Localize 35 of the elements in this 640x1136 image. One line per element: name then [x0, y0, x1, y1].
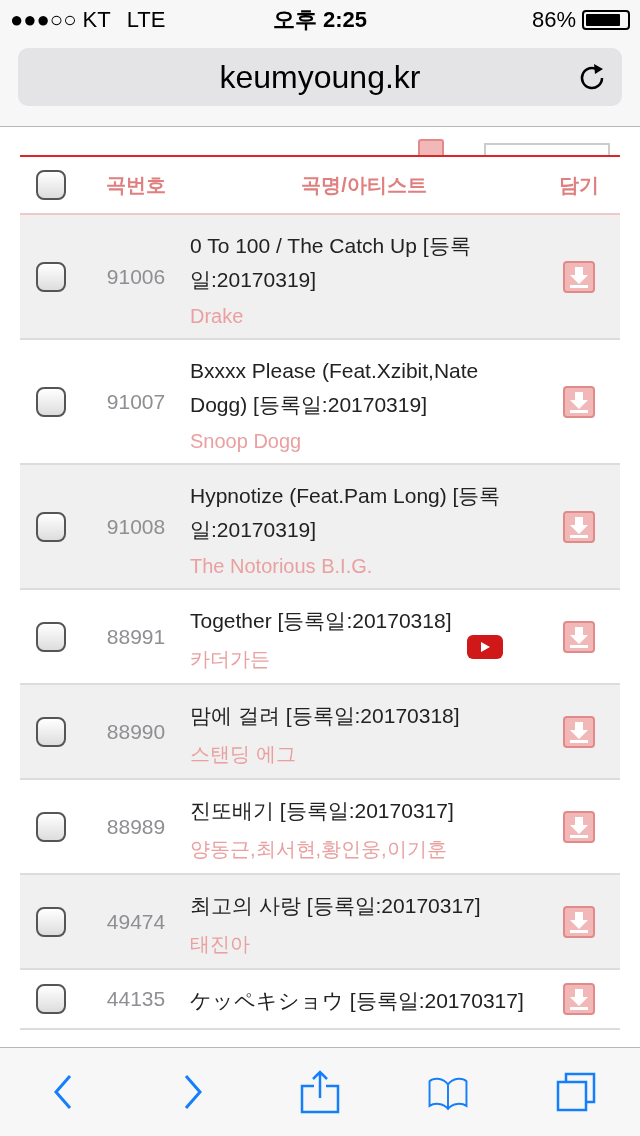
row-checkbox[interactable]	[36, 906, 66, 937]
row-checkbox[interactable]	[36, 716, 66, 747]
address-bar[interactable]: keumyoung.kr	[18, 48, 622, 106]
network-type: LTE	[126, 7, 166, 33]
song-number: 91008	[106, 514, 166, 538]
song-number: 49474	[106, 909, 166, 933]
song-number: 91006	[106, 264, 166, 288]
share-icon[interactable]	[300, 1070, 340, 1114]
song-number: 91007	[106, 389, 166, 413]
select-all-checkbox[interactable]	[36, 170, 66, 200]
carrier: ●●●○○ KT	[10, 7, 111, 33]
song-title[interactable]: ケッペキショウ [등록일:20170317]	[190, 984, 530, 1018]
song-number: 88990	[106, 719, 166, 743]
clock: 오후 2:25	[272, 6, 368, 34]
row-checkbox[interactable]	[36, 984, 66, 1014]
row-checkbox[interactable]	[36, 621, 66, 652]
song-title[interactable]: 맘에 걸려 [등록일:20170318]	[190, 699, 530, 733]
battery-icon	[582, 10, 630, 30]
song-title[interactable]: 0 To 100 / The Catch Up [등록일:20170319]	[190, 229, 530, 297]
song-title[interactable]: Together [등록일:20170318]	[190, 604, 530, 638]
row-checkbox[interactable]	[36, 261, 66, 292]
row-checkbox[interactable]	[36, 811, 66, 842]
row-checkbox[interactable]	[36, 511, 66, 542]
song-number: 44135	[106, 987, 166, 1010]
song-title[interactable]: Bxxxx Please (Feat.Xzibit,Nate Dogg) [등록일:20170319]	[190, 354, 530, 422]
song-number: 88989	[106, 814, 166, 838]
battery-percent: 86%	[531, 7, 576, 33]
reload-icon[interactable]	[578, 63, 606, 91]
song-title[interactable]: 진또배기 [등록일:20170317]	[190, 794, 530, 828]
video-play-icon[interactable]	[466, 633, 504, 660]
song-number: 88991	[106, 624, 166, 648]
song-title[interactable]: Hypnotize (Feat.Pam Long) [등록일:20170319]	[190, 479, 530, 547]
tabs-icon[interactable]	[556, 1070, 596, 1114]
song-title[interactable]: 최고의 사랑 [등록일:20170317]	[190, 889, 530, 923]
row-checkbox[interactable]	[36, 386, 66, 417]
